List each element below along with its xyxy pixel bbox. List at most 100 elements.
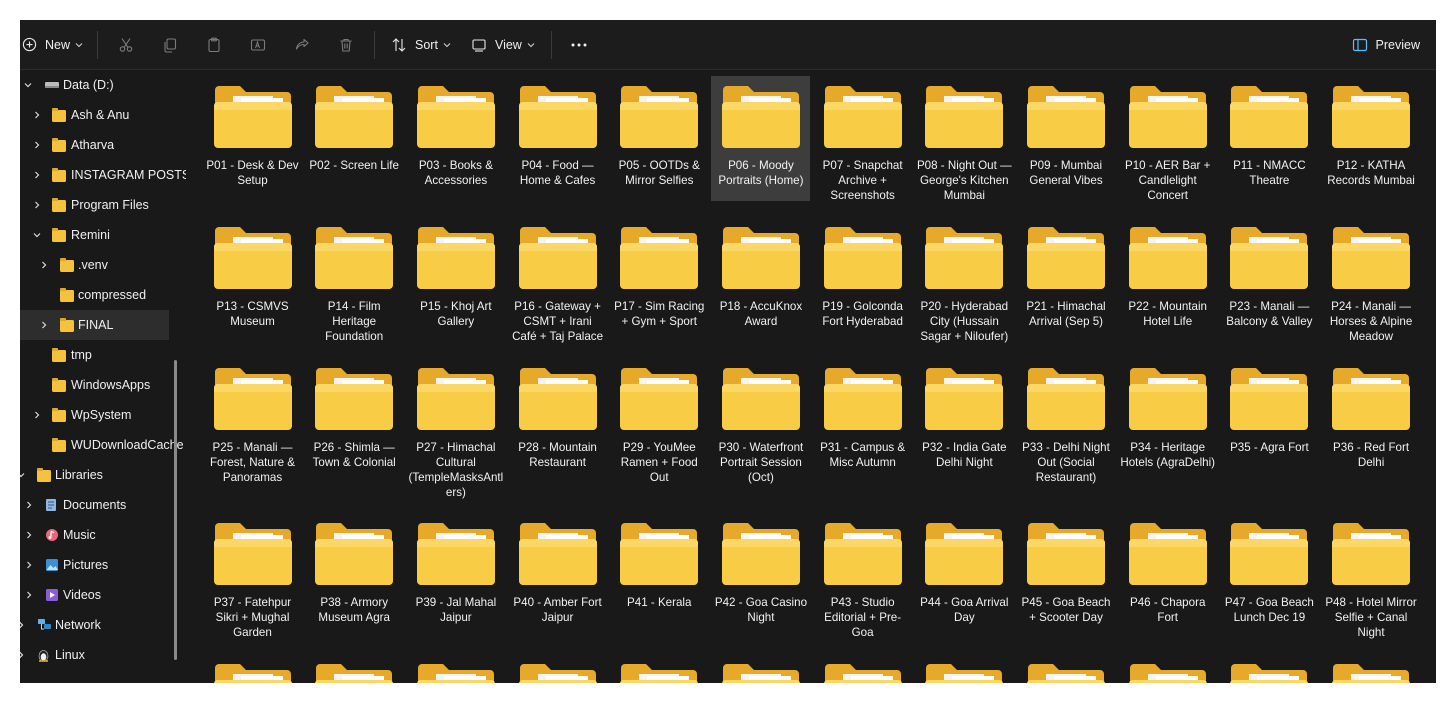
- folder-item[interactable]: P04 - Food — Home & Cafes: [508, 76, 607, 217]
- paste-button[interactable]: [192, 29, 236, 61]
- nav-item-data-drive[interactable]: Data (D:): [20, 70, 174, 100]
- nav-item-instagram-posts[interactable]: INSTAGRAM POSTS: [20, 160, 186, 190]
- folder-item[interactable]: [203, 654, 302, 683]
- folder-item[interactable]: P25 - Manali — Forest, Nature & Panorama…: [203, 358, 302, 513]
- folder-item[interactable]: P42 - Goa Casino Night: [711, 513, 810, 654]
- network-icon: [38, 619, 51, 630]
- folder-icon: [823, 521, 903, 587]
- folder-item[interactable]: P47 - Goa Beach Lunch Dec 19: [1220, 513, 1319, 654]
- nav-item-music[interactable]: Music: [20, 520, 174, 550]
- folder-item[interactable]: P05 - OOTDs & Mirror Selfies: [610, 76, 709, 217]
- folder-item[interactable]: P19 - Golconda Fort Hyderabad: [813, 217, 912, 358]
- nav-item-final[interactable]: FINAL: [20, 310, 169, 340]
- folder-item[interactable]: P33 - Delhi Night Out (Social Restaurant…: [1017, 358, 1116, 513]
- folder-item[interactable]: [1220, 654, 1319, 683]
- view-button[interactable]: View: [461, 29, 545, 61]
- folder-item[interactable]: P44 - Goa Arrival Day: [915, 513, 1014, 654]
- nav-item-remini[interactable]: Remini: [20, 220, 174, 250]
- folder-item[interactable]: P36 - Red Fort Delhi: [1322, 358, 1421, 513]
- folder-cell: P14 - Film Heritage Foundation: [305, 217, 407, 358]
- nav-item-wpsystem[interactable]: WpSystem: [20, 400, 174, 430]
- folder-item[interactable]: P27 - Himachal Cultural (TempleMasksAntl…: [406, 358, 505, 513]
- nav-item-ash-anu[interactable]: Ash & Anu: [20, 100, 174, 130]
- chevron-right-icon: [27, 531, 32, 539]
- folder-item[interactable]: [915, 654, 1014, 683]
- copy-button[interactable]: [148, 29, 192, 61]
- folder-item[interactable]: P15 - Khoj Art Gallery: [406, 217, 505, 358]
- nav-item-libraries[interactable]: Libraries: [20, 460, 174, 490]
- new-button[interactable]: New: [20, 29, 91, 61]
- folder-item[interactable]: P48 - Hotel Mirror Selfie + Canal Night: [1322, 513, 1421, 654]
- nav-item-pictures[interactable]: Pictures: [20, 550, 174, 580]
- folder-icon: [314, 225, 394, 291]
- nav-item-linux[interactable]: Linux: [20, 640, 174, 670]
- preview-pane-button[interactable]: Preview: [1344, 29, 1428, 61]
- cut-button[interactable]: [104, 29, 148, 61]
- folder-item[interactable]: P43 - Studio Editorial + Pre-Goa: [813, 513, 912, 654]
- share-button[interactable]: [280, 29, 324, 61]
- nav-item-documents[interactable]: Documents: [20, 490, 174, 520]
- nav-label: Ash & Anu: [71, 108, 130, 122]
- folder-item[interactable]: P20 - Hyderabad City (Hussain Sagar + Ni…: [915, 217, 1014, 358]
- folder-item[interactable]: [610, 654, 709, 683]
- folder-item[interactable]: P35 - Agra Fort: [1220, 358, 1319, 513]
- rename-button[interactable]: [236, 29, 280, 61]
- folder-item[interactable]: P06 - Moody Portraits (Home): [711, 76, 811, 201]
- folder-item[interactable]: P40 - Amber Fort Jaipur: [508, 513, 607, 654]
- folder-item[interactable]: P32 - India Gate Delhi Night: [915, 358, 1014, 513]
- nav-item-videos[interactable]: Videos: [20, 580, 174, 610]
- folder-item[interactable]: P10 - AER Bar + Candlelight Concert: [1118, 76, 1217, 217]
- folder-item[interactable]: P30 - Waterfront Portrait Session (Oct): [711, 358, 810, 513]
- folder-item[interactable]: [711, 654, 810, 683]
- folder-item[interactable]: P02 - Screen Life: [305, 76, 404, 217]
- folder-item[interactable]: P09 - Mumbai General Vibes: [1017, 76, 1116, 217]
- nav-label: INSTAGRAM POSTS: [71, 168, 186, 182]
- folder-item[interactable]: P24 - Manali — Horses & Alpine Meadow: [1322, 217, 1421, 358]
- folder-item[interactable]: [1017, 654, 1116, 683]
- folder-item[interactable]: P01 - Desk & Dev Setup: [203, 76, 302, 217]
- nav-item-compressed[interactable]: compressed: [20, 280, 174, 310]
- folder-item[interactable]: P03 - Books & Accessories: [406, 76, 505, 217]
- folder-item[interactable]: P22 - Mountain Hotel Life: [1118, 217, 1217, 358]
- folder-item[interactable]: P29 - YouMee Ramen + Food Out: [610, 358, 709, 513]
- nav-item-tmp[interactable]: tmp: [20, 340, 174, 370]
- nav-item-atharva[interactable]: Atharva: [20, 130, 174, 160]
- folder-item[interactable]: [813, 654, 912, 683]
- folder-item[interactable]: P39 - Jal Mahal Jaipur: [406, 513, 505, 654]
- folder-item[interactable]: P46 - Chapora Fort: [1118, 513, 1217, 654]
- folder-item[interactable]: P28 - Mountain Restaurant: [508, 358, 607, 513]
- folder-item[interactable]: P16 - Gateway + CSMT + Irani Café + Taj …: [508, 217, 607, 358]
- folder-item[interactable]: P41 - Kerala: [610, 513, 709, 654]
- nav-item-network[interactable]: Network: [20, 610, 174, 640]
- folder-item[interactable]: P11 - NMACC Theatre: [1220, 76, 1319, 217]
- folder-item[interactable]: P17 - Sim Racing + Gym + Sport: [610, 217, 709, 358]
- folder-item[interactable]: P14 - Film Heritage Foundation: [305, 217, 404, 358]
- folder-item[interactable]: [1118, 654, 1217, 683]
- folder-item[interactable]: [1322, 654, 1421, 683]
- folder-item[interactable]: P13 - CSMVS Museum: [203, 217, 302, 358]
- nav-item-windowsapps[interactable]: WindowsApps: [20, 370, 174, 400]
- nav-item-program-files[interactable]: Program Files: [20, 190, 174, 220]
- folder-item[interactable]: P37 - Fatehpur Sikri + Mughal Garden: [203, 513, 302, 654]
- sidebar-scrollbar[interactable]: [174, 360, 177, 660]
- folder-item[interactable]: P38 - Armory Museum Agra: [305, 513, 404, 654]
- sort-button[interactable]: Sort: [381, 29, 461, 61]
- folder-item[interactable]: P21 - Himachal Arrival (Sep 5): [1017, 217, 1116, 358]
- folder-item[interactable]: P07 - Snapchat Archive + Screenshots: [813, 76, 912, 217]
- nav-item-wudownloadcache[interactable]: WUDownloadCache: [20, 430, 184, 460]
- folder-item[interactable]: P12 - KATHA Records Mumbai: [1322, 76, 1421, 217]
- delete-button[interactable]: [324, 29, 368, 61]
- folder-item[interactable]: [508, 654, 607, 683]
- folder-item[interactable]: P23 - Manali — Balcony & Valley: [1220, 217, 1319, 358]
- nav-item-venv[interactable]: .venv: [20, 250, 174, 280]
- folder-item[interactable]: [305, 654, 404, 683]
- folder-item[interactable]: P08 - Night Out — George's Kitchen Mumba…: [915, 76, 1014, 217]
- folder-item[interactable]: P34 - Heritage Hotels (AgraDelhi): [1118, 358, 1217, 513]
- folder-item[interactable]: P45 - Goa Beach + Scooter Day: [1017, 513, 1116, 654]
- folder-item[interactable]: [406, 654, 505, 683]
- folder-item[interactable]: P31 - Campus & Misc Autumn: [813, 358, 912, 513]
- more-options-button[interactable]: [558, 29, 600, 61]
- folder-icon: [416, 521, 496, 587]
- folder-item[interactable]: P18 - AccuKnox Award: [711, 217, 810, 358]
- folder-item[interactable]: P26 - Shimla — Town & Colonial: [305, 358, 404, 513]
